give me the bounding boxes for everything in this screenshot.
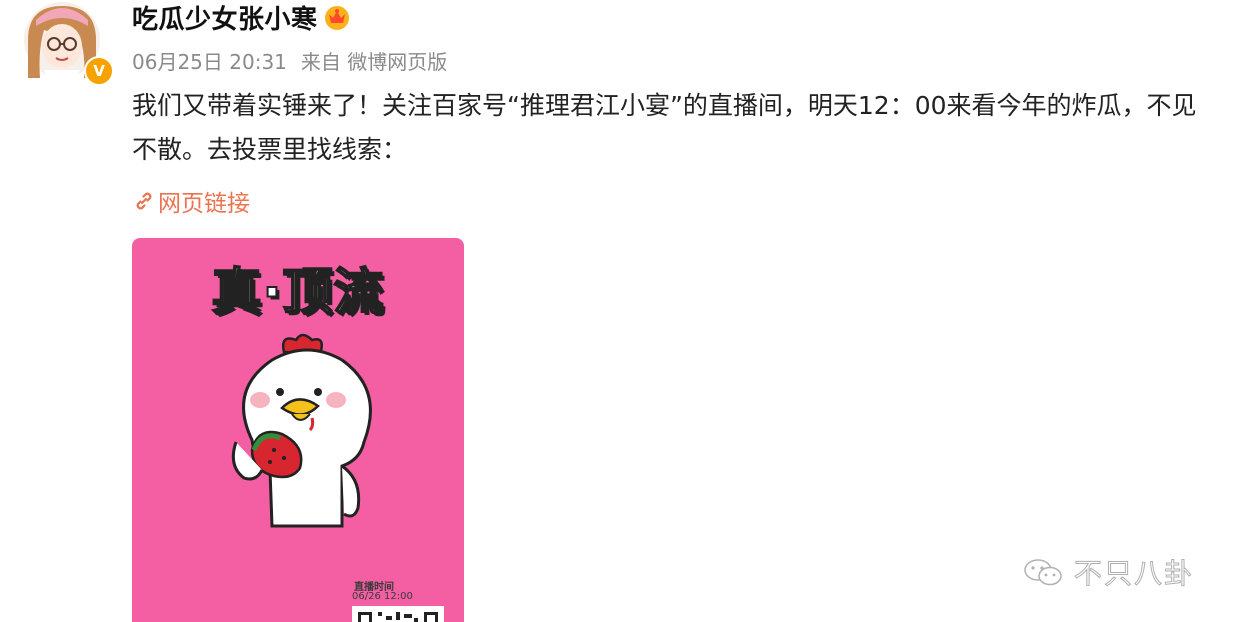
web-link[interactable]: 网页链接 xyxy=(132,184,250,218)
weibo-post: V 吃瓜少女张小寒 06月25日 20:31 来自 微博网页版 我们又带着实锤来… xyxy=(0,0,1238,622)
username-row: 吃瓜少女张小寒 xyxy=(132,0,352,36)
post-source: 来自 微博网页版 xyxy=(300,50,448,74)
post-meta: 06月25日 20:31 来自 微博网页版 xyxy=(132,46,447,75)
post-image[interactable]: 真·顶流 直播时间 06/26 12:00 xyxy=(132,238,464,622)
verified-badge-icon: V xyxy=(84,56,114,86)
post-timestamp[interactable]: 06月25日 20:31 xyxy=(132,46,287,75)
watermark-text: 不只八卦 xyxy=(1073,557,1195,591)
wechat-watermark-icon xyxy=(1024,559,1062,586)
poster-title: 真·顶流 xyxy=(211,262,385,322)
link-chain-icon xyxy=(136,192,152,210)
web-link-label: 网页链接 xyxy=(158,191,250,217)
vip-crown-icon[interactable] xyxy=(322,2,352,32)
post-text: 我们又带着实锤来了！关注百家号“推理君江小宴”的直播间，明天12：00来看今年的… xyxy=(132,91,1197,164)
qr-code xyxy=(352,606,444,622)
username[interactable]: 吃瓜少女张小寒 xyxy=(132,0,318,36)
live-time-value: 06/26 12:00 xyxy=(352,591,413,602)
chicken-illustration xyxy=(231,333,372,528)
watermark: 不只八卦 xyxy=(1022,552,1194,592)
